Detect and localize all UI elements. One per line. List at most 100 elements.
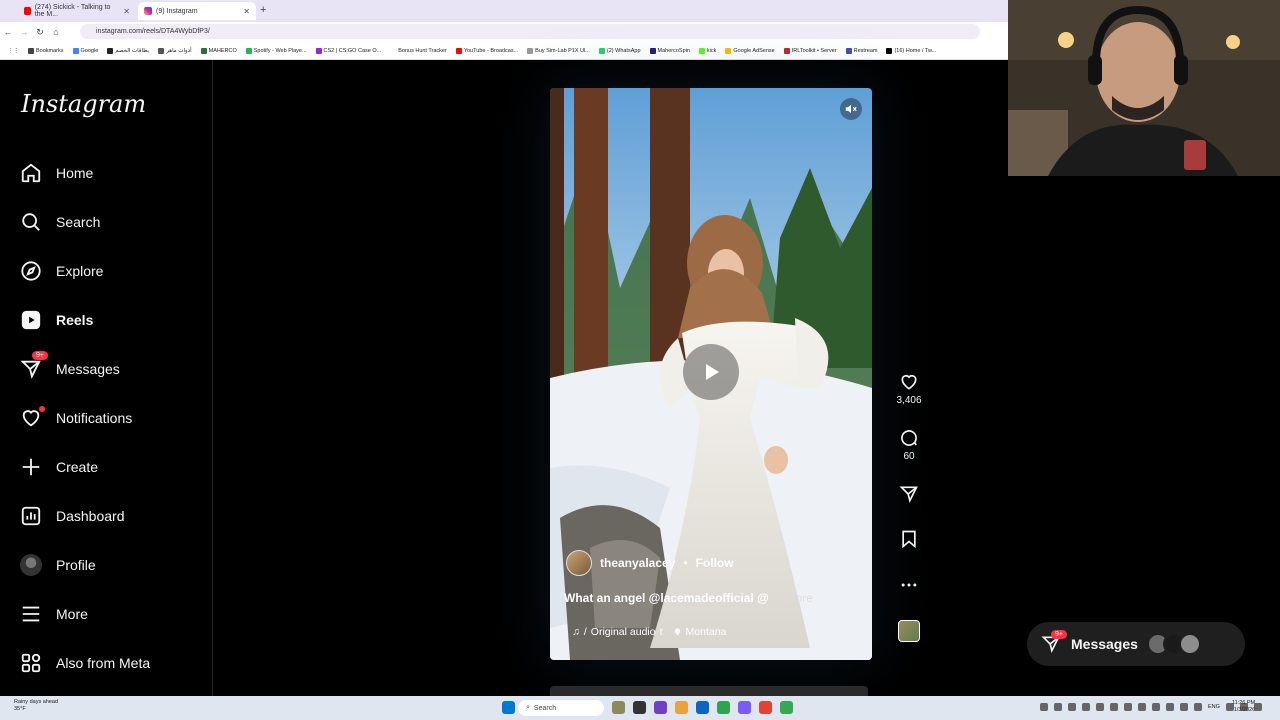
audio-link[interactable]: ♫ / Original audio t xyxy=(572,626,663,638)
apps-icon[interactable]: ⋮⋮ xyxy=(8,48,19,54)
chrome-icon[interactable] xyxy=(780,701,793,714)
browser-tab-youtube[interactable]: (274) Sickick - Talking to the M... ✕ xyxy=(18,2,136,20)
app-icon[interactable] xyxy=(654,701,667,714)
close-icon[interactable]: ✕ xyxy=(243,7,250,16)
messages-pill[interactable]: 9+ Messages xyxy=(1027,622,1245,666)
bookmark-item[interactable]: IRLToolkit • Server xyxy=(783,47,837,54)
reel-meta: ♫ / Original audio t Montana xyxy=(572,626,726,638)
tray-icon[interactable] xyxy=(1138,703,1146,711)
sidebar-item-messages[interactable]: 9+ Messages xyxy=(20,349,120,389)
mute-button[interactable] xyxy=(840,98,862,120)
heart-icon xyxy=(901,374,917,390)
search-icon: ⌕ xyxy=(526,704,530,711)
home-icon[interactable]: ⌂ xyxy=(48,27,64,37)
follow-button[interactable]: Follow xyxy=(696,556,734,570)
location-link[interactable]: Montana xyxy=(673,626,726,638)
app-icon[interactable] xyxy=(612,701,625,714)
tray-icon[interactable] xyxy=(1040,703,1048,711)
audio-prefix: / xyxy=(583,626,587,638)
bookmark-item[interactable]: بطاقات الخصم xyxy=(107,47,149,54)
sidebar-item-create[interactable]: Create xyxy=(20,447,98,487)
bookmark-item[interactable]: Bookmarks xyxy=(28,47,64,54)
sidebar-item-label: Messages xyxy=(56,361,120,377)
bookmark-item[interactable]: Google xyxy=(72,47,98,54)
message-avatars xyxy=(1147,633,1201,655)
tray-icon[interactable] xyxy=(1180,703,1188,711)
avatar xyxy=(1179,633,1201,655)
app-icon[interactable] xyxy=(717,701,730,714)
bookmark-item[interactable]: Bonus Hunt Tracker xyxy=(390,47,447,54)
tray-icon[interactable] xyxy=(1068,703,1076,711)
start-icon[interactable] xyxy=(502,701,515,714)
sidebar-item-also-from-meta[interactable]: Also from Meta xyxy=(20,643,150,683)
bookmark-item[interactable]: Restream xyxy=(845,47,877,54)
share-button[interactable] xyxy=(896,484,922,504)
bookmark-item[interactable]: Spotify - Web Playe... xyxy=(245,47,307,54)
back-icon[interactable]: ← xyxy=(0,27,16,37)
address-bar[interactable]: instagram.com/reels/DTA4WybDfP3/ xyxy=(80,24,980,39)
bookmark-item[interactable]: MAHERCO xyxy=(200,47,237,54)
more-horizontal-icon xyxy=(901,583,917,587)
folder-icon[interactable] xyxy=(675,701,688,714)
plus-icon xyxy=(22,458,40,476)
bookmark-item[interactable]: CS2 | CS:GO Case O... xyxy=(315,47,381,54)
app-icon[interactable] xyxy=(738,701,751,714)
sidebar-item-profile[interactable]: Profile xyxy=(20,545,96,585)
tab-title: (274) Sickick - Talking to the M... xyxy=(34,4,111,18)
share-icon xyxy=(899,486,918,504)
bookmark-item[interactable]: (16) Home / Tw... xyxy=(886,47,936,54)
reload-icon[interactable]: ↻ xyxy=(32,27,48,38)
tray-icon[interactable] xyxy=(1082,703,1090,711)
taskbar-search[interactable]: ⌕ Search xyxy=(518,700,604,716)
username-link[interactable]: theanyalacey xyxy=(600,556,675,570)
sidebar-item-home[interactable]: Home xyxy=(20,153,93,193)
sidebar-item-more[interactable]: More xyxy=(20,594,88,634)
bookmark-item[interactable]: أدوات ماهر xyxy=(158,47,192,54)
bookmark-item[interactable]: YouTube - Broadcas... xyxy=(455,47,518,54)
browser-tab-instagram[interactable]: (9) Instagram ✕ xyxy=(138,2,256,20)
language-indicator[interactable]: ENG xyxy=(1208,704,1220,710)
close-icon[interactable]: ✕ xyxy=(123,7,130,16)
reel-video[interactable]: theanyalacey • Follow What an angel @lac… xyxy=(550,88,872,660)
tray-icon[interactable] xyxy=(1124,703,1132,711)
avatar[interactable] xyxy=(566,550,592,576)
comment-button[interactable]: 60 xyxy=(896,428,922,462)
new-tab-button[interactable]: + xyxy=(260,4,266,16)
tray-icon[interactable] xyxy=(1110,703,1118,711)
taskbar-pinned-apps xyxy=(502,701,515,714)
forward-icon[interactable]: → xyxy=(16,27,32,37)
app-icon[interactable] xyxy=(633,701,646,714)
instagram-logo[interactable]: Instagram xyxy=(21,90,146,118)
sidebar-item-label: Search xyxy=(56,214,101,230)
tray-icon[interactable] xyxy=(1166,703,1174,711)
taskbar-clock[interactable]: 11:26 PM 1/3/2026 xyxy=(1232,700,1255,714)
play-button[interactable] xyxy=(683,344,739,400)
more-options-button[interactable] xyxy=(896,575,922,595)
location-pin-icon xyxy=(674,628,680,636)
bookmark-item[interactable]: Buy Sim-Lab P1X Ul... xyxy=(527,47,590,54)
weather-widget[interactable]: Rainy days ahead 35°F xyxy=(14,699,58,713)
bookmark-item[interactable]: MahercoSpin xyxy=(649,47,690,54)
tray-icon[interactable] xyxy=(1096,703,1104,711)
tray-icon[interactable] xyxy=(1194,703,1202,711)
instagram-icon xyxy=(144,7,152,15)
like-button[interactable]: 3,406 xyxy=(896,372,922,406)
tray-icon[interactable] xyxy=(1152,703,1160,711)
sidebar-item-label: Reels xyxy=(56,312,94,328)
bookmark-item[interactable]: Google AdSense xyxy=(725,47,775,54)
bookmark-item[interactable]: kick xyxy=(698,47,716,54)
tray-icon[interactable] xyxy=(1054,703,1062,711)
bookmark-item[interactable]: (2) WhatsApp xyxy=(598,47,641,54)
sidebar-item-search[interactable]: Search xyxy=(20,202,100,242)
sidebar-item-label: More xyxy=(56,606,88,622)
sidebar-item-notifications[interactable]: Notifications xyxy=(20,398,132,438)
caption-more-link[interactable]: ... more xyxy=(772,591,813,605)
sidebar-item-explore[interactable]: Explore xyxy=(20,251,103,291)
save-button[interactable] xyxy=(896,529,922,549)
edge-icon[interactable] xyxy=(696,701,709,714)
sidebar-item-dashboard[interactable]: Dashboard xyxy=(20,496,125,536)
reel-caption[interactable]: What an angel @lacemadeofficial @ ... mo… xyxy=(564,591,813,605)
sidebar-item-reels[interactable]: Reels xyxy=(20,300,93,340)
app-icon[interactable] xyxy=(759,701,772,714)
audio-thumbnail[interactable] xyxy=(898,620,920,642)
